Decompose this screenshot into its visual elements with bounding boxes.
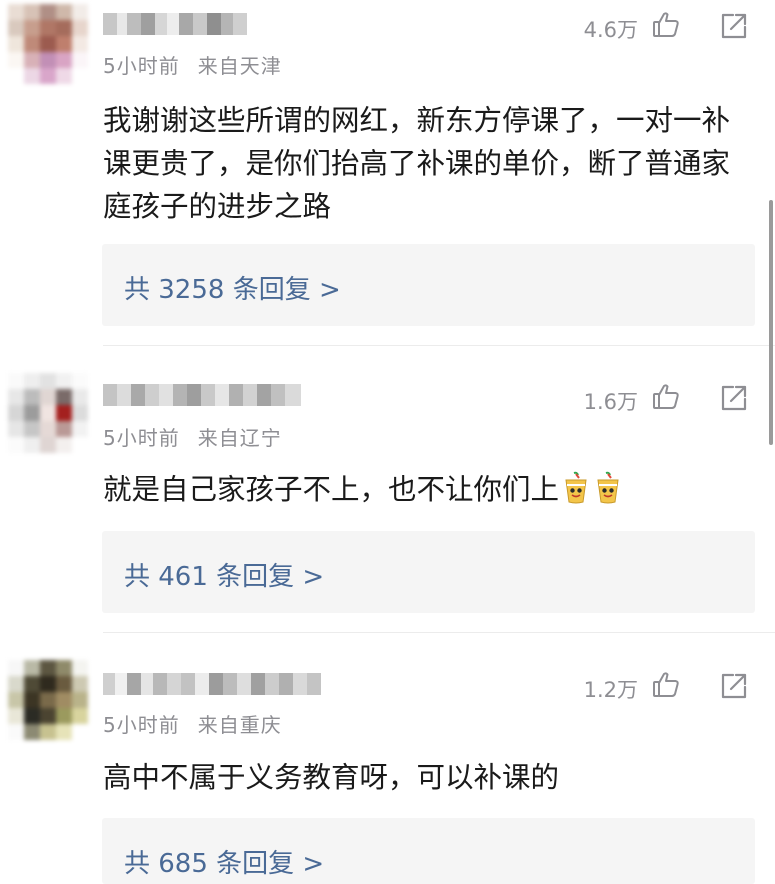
comment-item: 5小时前 来自重庆 1.2万 高中不属于义务教育呀，可以补课的 共 685 条回复… [0,0,775,884]
reply-count-link[interactable]: 共 685 条回复 > [124,843,324,880]
username-blurred[interactable] [103,673,321,695]
avatar[interactable] [8,660,90,742]
scrollbar[interactable] [769,200,773,445]
comment-time: 5小时前 [103,713,180,737]
reply-thread-button[interactable]: 共 685 条回复 > [102,818,755,884]
like-count: 1.2万 [583,678,638,702]
share-icon[interactable] [720,672,748,700]
thumbs-up-icon[interactable] [651,670,681,700]
comment-text: 高中不属于义务教育呀，可以补课的 [103,761,560,794]
comment-meta: 5小时前 来自重庆 [103,709,282,738]
comment-location: 来自重庆 [197,713,282,737]
